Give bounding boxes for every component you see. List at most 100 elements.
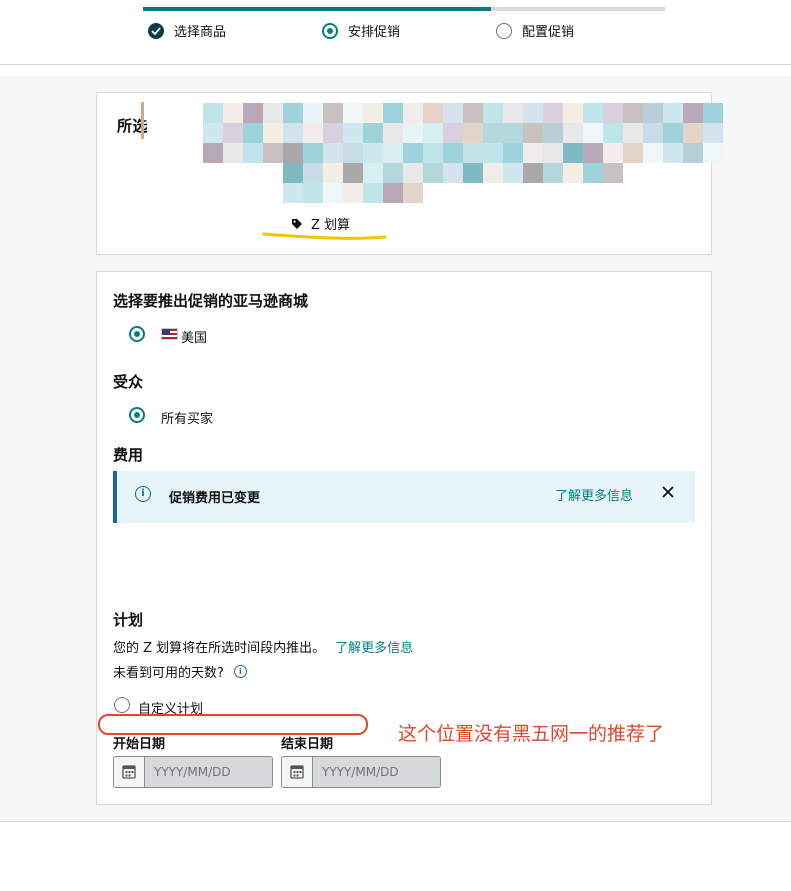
mosaic-cell — [363, 163, 383, 183]
missing-days-question: 未看到可用的天数? i — [113, 662, 247, 681]
alert-message: 促销费用已变更 — [169, 491, 261, 506]
audience-heading: 受众 — [113, 373, 144, 391]
red-highlight-box — [98, 714, 368, 735]
start-date-field[interactable] — [113, 756, 273, 788]
mosaic-cell — [543, 143, 563, 163]
mosaic-cell — [283, 143, 303, 163]
mosaic-cell — [703, 143, 723, 163]
mosaic-cell — [243, 103, 263, 123]
mosaic-cell — [343, 123, 363, 143]
mosaic-cell — [643, 103, 663, 123]
info-icon[interactable]: i — [233, 665, 247, 678]
mosaic-cell — [623, 143, 643, 163]
mosaic-cell — [523, 123, 543, 143]
learn-more-link[interactable]: 了解更多信息 — [555, 485, 633, 504]
mosaic-cell — [403, 143, 423, 163]
active-step-icon — [322, 22, 338, 39]
mosaic-cell — [323, 143, 343, 163]
mosaic-cell — [623, 123, 643, 143]
mosaic-cell — [243, 143, 263, 163]
mosaic-cell — [563, 103, 583, 123]
step-label: 配置促销 — [522, 25, 575, 40]
pending-step-icon — [496, 22, 512, 39]
mosaic-cell — [463, 123, 483, 143]
mosaic-cell — [563, 163, 583, 183]
step-schedule-promotion[interactable]: 安排促销 — [322, 21, 400, 40]
progress-track — [143, 7, 665, 11]
step-select-products[interactable]: 选择商品 — [148, 21, 226, 40]
mosaic-cell — [343, 163, 363, 183]
selected-products-card: 所选 Z 划算 — [96, 92, 723, 255]
mosaic-cell — [483, 163, 503, 183]
end-date-field[interactable] — [281, 756, 441, 788]
fees-heading: 费用 — [113, 446, 144, 464]
mosaic-cell — [483, 143, 503, 163]
mosaic-cell — [283, 123, 303, 143]
mosaic-cell — [363, 103, 383, 123]
marketplace-radio[interactable] — [129, 326, 145, 342]
custom-schedule-radio[interactable] — [114, 697, 130, 713]
start-date-input[interactable] — [146, 757, 272, 787]
mosaic-cell — [423, 123, 443, 143]
calendar-icon[interactable] — [114, 757, 145, 787]
mosaic-cell — [603, 143, 623, 163]
mosaic-cell — [383, 143, 403, 163]
mosaic-cell — [403, 163, 423, 183]
progress-fill — [143, 7, 492, 11]
mosaic-cell — [263, 123, 283, 143]
mosaic-cell — [503, 103, 523, 123]
mosaic-cell — [403, 183, 423, 203]
close-icon[interactable] — [661, 485, 675, 499]
mosaic-cell — [423, 103, 443, 123]
step-label: 选择商品 — [174, 25, 227, 40]
calendar-icon[interactable] — [282, 757, 313, 787]
mosaic-cell — [483, 103, 503, 123]
header-divider — [0, 64, 791, 65]
mosaic-cell — [443, 123, 463, 143]
mosaic-cell — [303, 183, 323, 203]
mosaic-cell — [383, 103, 403, 123]
mosaic-cell — [523, 163, 543, 183]
mosaic-cell — [343, 103, 363, 123]
mosaic-cell — [703, 123, 723, 143]
audience-radio[interactable] — [129, 407, 145, 423]
footer-divider — [0, 821, 791, 822]
mosaic-cell — [423, 143, 443, 163]
mosaic-cell — [403, 103, 423, 123]
end-date-input[interactable] — [314, 757, 440, 787]
mosaic-cell — [563, 123, 583, 143]
step-configure-promotion[interactable]: 配置促销 — [496, 21, 574, 40]
mosaic-cell — [283, 183, 303, 203]
mosaic-cell — [503, 143, 523, 163]
mosaic-cell — [203, 103, 223, 123]
missing-days-text: 未看到可用的天数? — [113, 666, 224, 681]
mosaic-cell — [303, 123, 323, 143]
mosaic-cell — [303, 103, 323, 123]
tag-icon — [292, 218, 302, 229]
mosaic-cell — [363, 143, 383, 163]
mosaic-cell — [283, 163, 303, 183]
schedule-learn-more-link[interactable]: 了解更多信息 — [335, 641, 413, 656]
mosaic-cell — [543, 163, 563, 183]
fee-change-alert: i 促销费用已变更 了解更多信息 — [113, 471, 695, 523]
mosaic-cell — [223, 123, 243, 143]
mosaic-cell — [383, 123, 403, 143]
yellow-highlight-underline — [262, 232, 387, 240]
mosaic-cell — [643, 143, 663, 163]
mosaic-cell — [263, 143, 283, 163]
mosaic-cell — [583, 163, 603, 183]
marketplace-option-label: 美国 — [181, 331, 208, 346]
mosaic-cell — [463, 163, 483, 183]
mosaic-cell — [283, 103, 303, 123]
mosaic-cell — [263, 103, 283, 123]
mosaic-cell — [403, 123, 423, 143]
mosaic-cell — [203, 123, 223, 143]
mosaic-cell — [583, 143, 603, 163]
marketplace-heading: 选择要推出促销的亚马逊商城 — [113, 292, 309, 310]
check-circle-icon — [148, 22, 164, 39]
mosaic-cell — [563, 143, 583, 163]
pixelated-product-image — [203, 103, 723, 209]
mosaic-cell — [503, 123, 523, 143]
us-flag-icon — [161, 328, 178, 340]
mosaic-cell — [363, 123, 383, 143]
